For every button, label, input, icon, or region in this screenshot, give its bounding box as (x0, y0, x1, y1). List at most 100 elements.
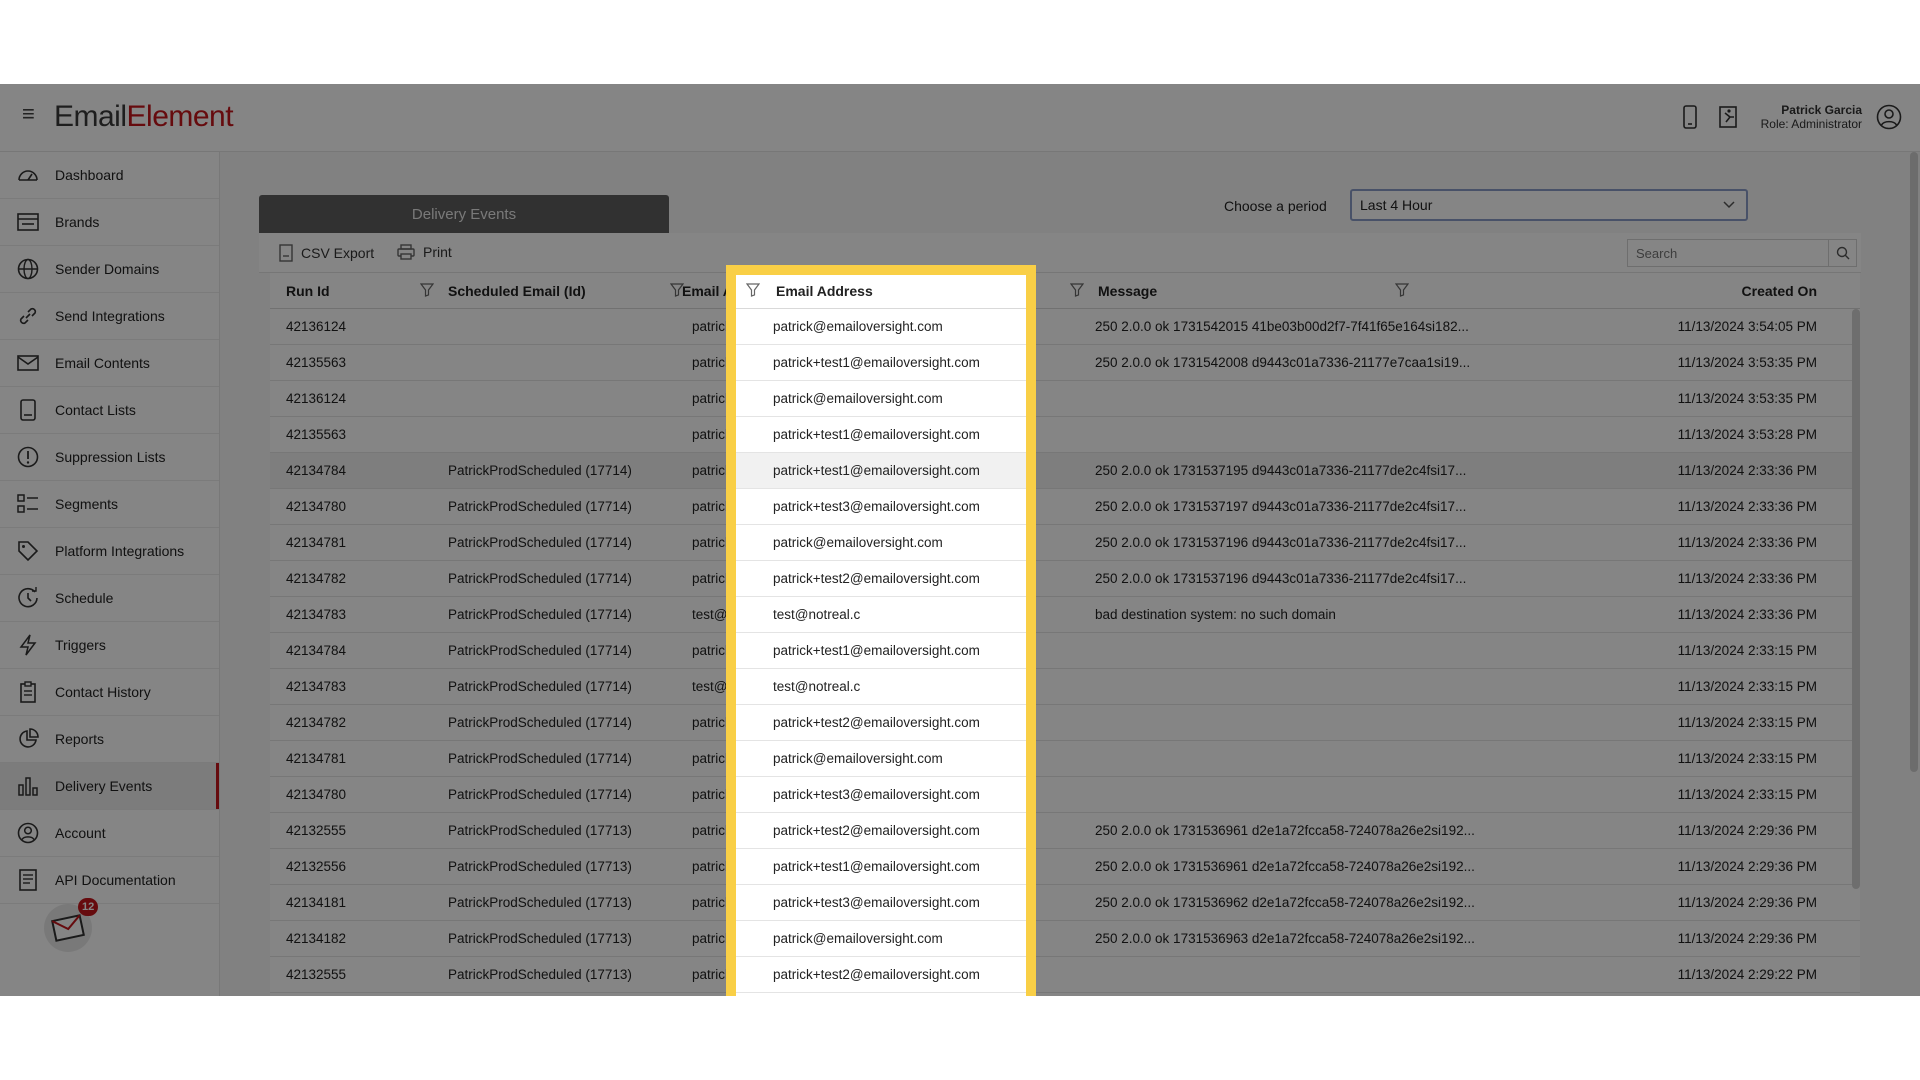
sidebar-item-dashboard[interactable]: Dashboard (0, 152, 219, 199)
email-row-highlighted[interactable]: patrick@emailoversight.com (736, 309, 1028, 345)
email-row-highlighted[interactable]: patrick+test1@emailoversight.com (736, 417, 1028, 453)
email-row-highlighted[interactable]: patrick+test3@emailoversight.com (736, 489, 1028, 525)
sidebar-item-email-contents[interactable]: Email Contents (0, 340, 219, 387)
table-row[interactable]: 42134783 PatrickProdScheduled (17714) test… (270, 597, 1860, 633)
sidebar-item-account[interactable]: Account (0, 810, 219, 857)
sidebar-item-contact-lists[interactable]: Contact Lists (0, 387, 219, 434)
table-row[interactable]: 42134181 PatrickProdScheduled (17713) patr… (270, 885, 1860, 921)
tab-delivery-events[interactable]: Delivery Events (259, 195, 669, 233)
print-button[interactable]: Print (397, 244, 452, 260)
email-row-highlighted[interactable]: patrick+test1@emailoversight.com (736, 633, 1028, 669)
email-row-highlighted[interactable]: patrick@emailoversight.com (736, 525, 1028, 561)
email-row-highlighted[interactable]: patrick+test1@emailoversight.com (736, 345, 1028, 381)
filter-icon[interactable] (1394, 283, 1410, 302)
cell-run-id: 42135563 (286, 427, 347, 442)
mobile-device-icon[interactable] (1678, 104, 1702, 130)
table-row[interactable]: 42134782 PatrickProdScheduled (17714) patr… (270, 705, 1860, 741)
email-row-highlighted[interactable]: test@notreal.c (736, 597, 1028, 633)
table-row[interactable]: 42134784 PatrickProdScheduled (17714) patr… (270, 633, 1860, 669)
csv-export-button[interactable]: CSV Export (279, 244, 374, 262)
table-row[interactable]: 42134782 PatrickProdScheduled (17714) patr… (270, 561, 1860, 597)
file-icon (279, 244, 293, 262)
cell-scheduled: PatrickProdScheduled (17714) (448, 607, 632, 622)
table-row[interactable]: 42134780 PatrickProdScheduled (17714) patr… (270, 777, 1860, 813)
email-row-highlighted[interactable]: patrick+test1@emailoversight.com (736, 849, 1028, 885)
cell-message (1095, 777, 1475, 813)
column-header-message[interactable]: Message (1098, 273, 1157, 309)
period-select[interactable]: Last 4 Hour (1350, 189, 1748, 221)
hamburger-menu-icon[interactable]: ≡ (22, 103, 40, 125)
email-row-highlighted[interactable]: patrick@emailoversight.com (736, 921, 1028, 957)
cell-created: 11/13/2024 3:53:35 PM (1677, 391, 1817, 406)
search-icon[interactable] (1828, 240, 1856, 266)
cell-created: 11/13/2024 2:33:15 PM (1677, 679, 1817, 694)
cell-run-id: 42134782 (286, 571, 347, 586)
column-header-scheduled-email-id[interactable]: Scheduled Email (Id) (448, 273, 586, 309)
table-row[interactable]: 42134781 PatrickProdScheduled (17714) patr… (270, 741, 1860, 777)
table-row[interactable]: 42136124patrick@emailoversight.comSent25… (270, 309, 1860, 345)
filter-icon[interactable] (669, 283, 685, 302)
email-row-highlighted[interactable]: patrick+test2@emailoversight.com (736, 705, 1028, 741)
sidebar-item-send-integrations[interactable]: Send Integrations (0, 293, 219, 340)
sidebar-item-brands[interactable]: Brands (0, 199, 219, 246)
exit-icon[interactable] (1716, 104, 1740, 130)
table-row[interactable]: 42132555 PatrickProdScheduled (17713) patr… (270, 813, 1860, 849)
table-row[interactable]: 42134182 PatrickProdScheduled (17713) patr… (270, 921, 1860, 957)
table-row[interactable]: 42134781 PatrickProdScheduled (17714) patr… (270, 525, 1860, 561)
cell-message (1095, 633, 1475, 669)
sidebar-item-reports[interactable]: Reports (0, 716, 219, 763)
sidebar-item-segments[interactable]: Segments (0, 481, 219, 528)
sidebar-item-delivery-events[interactable]: Delivery Events (0, 763, 219, 810)
notifications-mail-button[interactable]: 12 (40, 898, 100, 958)
sidebar-item-contact-history[interactable]: Contact History (0, 669, 219, 716)
cell-message (1095, 957, 1475, 993)
sidebar-item-api-documentation[interactable]: API Documentation (0, 857, 219, 904)
table-row[interactable]: 42135563 patrick+test1@emailoversight.com… (270, 345, 1860, 381)
filter-icon[interactable] (419, 283, 435, 302)
cell-scheduled (448, 417, 698, 453)
brands-icon (16, 210, 40, 234)
sidebar-item-platform-integrations[interactable]: Platform Integrations (0, 528, 219, 575)
email-row-highlighted[interactable]: patrick@emailoversight.com (736, 741, 1028, 777)
column-header-run-id[interactable]: Run Id (286, 273, 330, 309)
cell-run-id: 42132555 (286, 823, 347, 838)
column-header-created-on[interactable]: Created On (1520, 273, 1817, 309)
sidebar-item-schedule[interactable]: Schedule (0, 575, 219, 622)
user-avatar-icon[interactable] (1876, 104, 1902, 130)
email-row-highlighted[interactable]: patrick+test3@emailoversight.com (736, 885, 1028, 921)
search-input[interactable] (1628, 240, 1828, 266)
cell-scheduled: PatrickProdScheduled (17713) (448, 859, 632, 874)
cell-message (1095, 381, 1475, 417)
logo-part-email: Email (54, 100, 127, 133)
table-row[interactable]: 42132556 PatrickProdScheduled (17713) patr… (270, 849, 1860, 885)
table-row[interactable]: 42136124patrick@emailoversight.comSubmit… (270, 381, 1860, 417)
email-row-highlighted[interactable]: patrick+test2@emailoversight.com (736, 957, 1028, 993)
table-row[interactable]: 42135563 patrick+test1@emailoversight.com… (270, 417, 1860, 453)
email-row-highlighted[interactable]: patrick+test2@emailoversight.com (736, 561, 1028, 597)
email-row-highlighted[interactable]: patrick+test2@emailoversight.com (736, 813, 1028, 849)
sidebar-item-suppression-lists[interactable]: Suppression Lists (0, 434, 219, 481)
table-scrollbar[interactable] (1852, 309, 1860, 889)
email-row-highlighted[interactable]: patrick+test1@emailoversight.com (736, 453, 1028, 489)
lightning-icon (16, 633, 40, 657)
filter-icon[interactable] (1069, 283, 1085, 302)
cell-created: 11/13/2024 2:29:36 PM (1677, 859, 1817, 874)
table-row[interactable]: 42134780 PatrickProdScheduled (17714) patr… (270, 489, 1860, 525)
email-row-highlighted[interactable]: patrick+test3@emailoversight.com (736, 777, 1028, 813)
table-row[interactable]: 42134783 PatrickProdScheduled (17714) test… (270, 669, 1860, 705)
sidebar-item-triggers[interactable]: Triggers (0, 622, 219, 669)
cell-run-id: 42132555 (286, 967, 347, 982)
clipboard-icon (16, 680, 40, 704)
filter-icon[interactable] (745, 283, 761, 302)
table-row[interactable]: 42134784 PatrickProdScheduled (17714) patr… (270, 453, 1860, 489)
csv-export-label: CSV Export (301, 245, 375, 261)
email-row-highlighted[interactable]: test@notreal.c (736, 669, 1028, 705)
app-logo[interactable]: EmailElement (54, 100, 234, 134)
column-header-email-address[interactable]: Email Address (776, 273, 873, 309)
email-row-highlighted[interactable]: patrick@emailoversight.com (736, 381, 1028, 417)
sidebar-item-sender-domains[interactable]: Sender Domains (0, 246, 219, 293)
user-info: Patrick Garcia Role: Administrator (1761, 103, 1862, 131)
table-row[interactable]: 42132555 PatrickProdScheduled (17713) patr… (270, 957, 1860, 993)
page-scrollbar[interactable] (1910, 152, 1918, 772)
globe-icon (16, 257, 40, 281)
